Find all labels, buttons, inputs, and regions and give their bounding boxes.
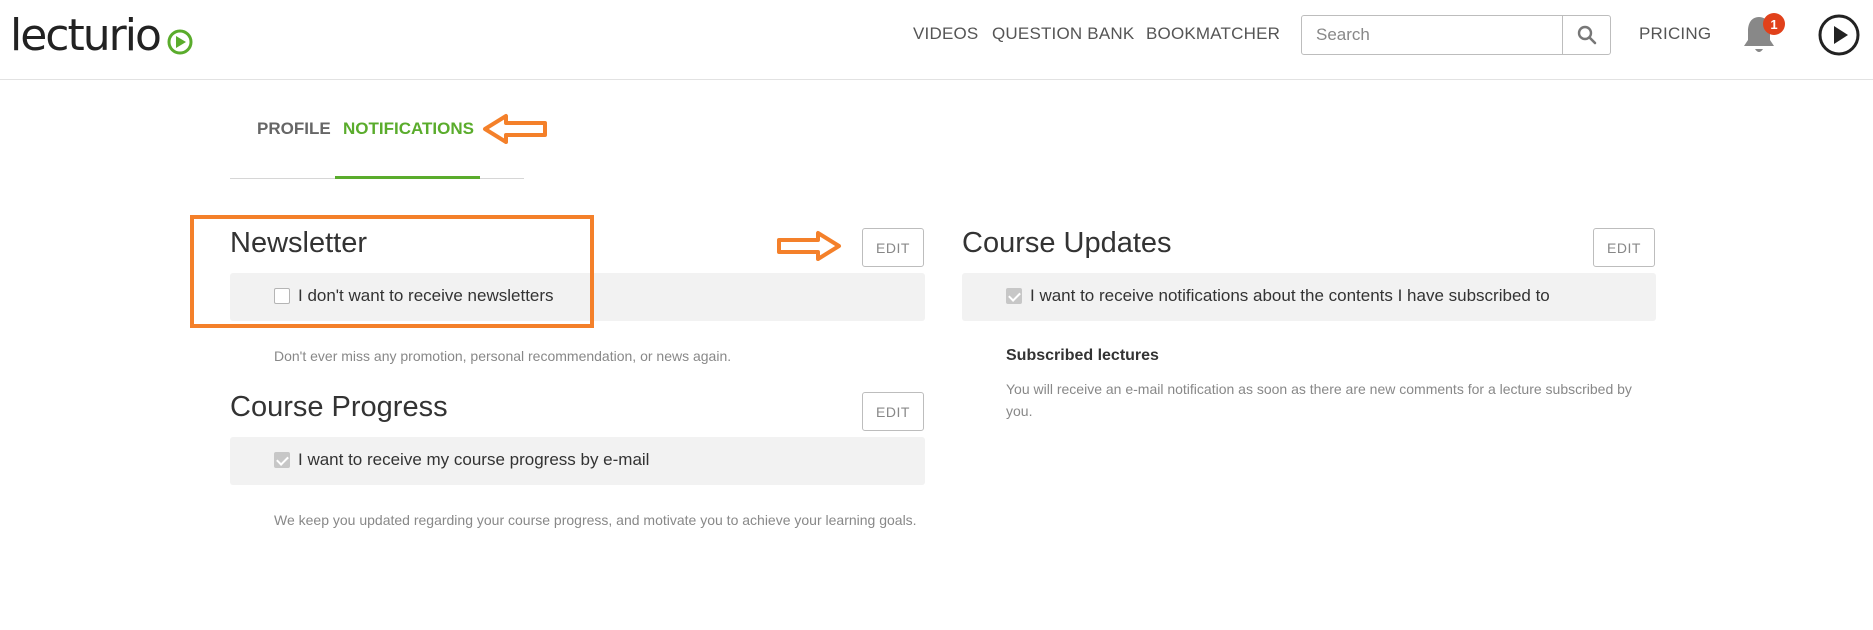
tab-profile[interactable]: PROFILE [257,119,331,139]
play-circle-icon[interactable] [1817,13,1861,57]
course-updates-option-label: I want to receive notifications about th… [1030,286,1550,305]
nav-question-bank[interactable]: QUESTION BANK [992,24,1134,44]
search-input[interactable] [1302,16,1562,54]
logo-text: lecturio [10,12,160,61]
course-progress-checkbox[interactable] [274,452,290,468]
notification-count-badge: 1 [1763,13,1785,35]
lecturio-logo[interactable]: lecturio [10,12,200,62]
nav-videos[interactable]: VIDEOS [913,24,978,44]
course-progress-title: Course Progress [230,391,448,423]
course-progress-edit-button[interactable]: EDIT [862,392,924,431]
course-updates-edit-button[interactable]: EDIT [1593,228,1655,267]
subscribed-lectures-heading: Subscribed lectures [1006,347,1159,364]
active-tab-indicator [335,176,480,179]
course-updates-checkbox[interactable] [1006,288,1022,304]
course-progress-description: We keep you updated regarding your cours… [274,512,917,528]
course-progress-option-row: I want to receive my course progress by … [230,437,925,485]
newsletter-description: Don't ever miss any promotion, personal … [274,348,732,364]
search-icon [1577,25,1596,45]
course-updates-option-row: I want to receive notifications about th… [962,273,1656,321]
course-progress-option-label: I want to receive my course progress by … [298,450,650,469]
newsletter-highlight-box [190,215,594,328]
search-box [1301,15,1611,55]
course-updates-title: Course Updates [962,227,1172,259]
newsletter-edit-button[interactable]: EDIT [862,228,924,267]
nav-bookmatcher[interactable]: BOOKMATCHER [1146,24,1280,44]
search-button[interactable] [1562,16,1610,54]
nav-pricing[interactable]: PRICING [1639,24,1711,44]
arrow-left-annotation [483,114,547,144]
arrow-right-annotation [777,231,841,261]
top-header: lecturio VIDEOS QUESTION BANK BOOKMATCHE… [0,0,1873,80]
tab-notifications[interactable]: NOTIFICATIONS [343,119,474,139]
subscribed-lectures-description: You will receive an e-mail notification … [1006,381,1632,419]
